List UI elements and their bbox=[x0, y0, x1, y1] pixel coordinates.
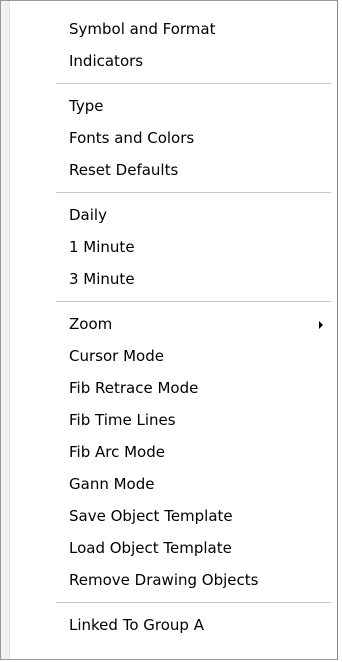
menu-item-symbol-and-format[interactable]: Symbol and Format bbox=[1, 13, 337, 45]
menu-separator bbox=[56, 602, 331, 603]
menu-item-remove-drawing-objects[interactable]: Remove Drawing Objects bbox=[1, 564, 337, 596]
menu-item-save-object-template[interactable]: Save Object Template bbox=[1, 500, 337, 532]
context-menu: Symbol and Format Indicators Type Fonts … bbox=[0, 0, 338, 660]
menu-list: Symbol and Format Indicators Type Fonts … bbox=[1, 13, 337, 641]
menu-item-zoom[interactable]: Zoom bbox=[1, 308, 337, 340]
menu-separator bbox=[56, 301, 331, 302]
menu-item-gann-mode[interactable]: Gann Mode bbox=[1, 468, 337, 500]
menu-item-linked-to-group-a[interactable]: Linked To Group A bbox=[1, 609, 337, 641]
menu-item-cursor-mode[interactable]: Cursor Mode bbox=[1, 340, 337, 372]
menu-item-fib-arc-mode[interactable]: Fib Arc Mode bbox=[1, 436, 337, 468]
menu-item-3-minute[interactable]: 3 Minute bbox=[1, 263, 337, 295]
menu-item-type[interactable]: Type bbox=[1, 90, 337, 122]
menu-separator bbox=[56, 192, 331, 193]
menu-item-fib-time-lines[interactable]: Fib Time Lines bbox=[1, 404, 337, 436]
menu-item-fib-retrace-mode[interactable]: Fib Retrace Mode bbox=[1, 372, 337, 404]
menu-item-reset-defaults[interactable]: Reset Defaults bbox=[1, 154, 337, 186]
menu-item-indicators[interactable]: Indicators bbox=[1, 45, 337, 77]
menu-item-fonts-and-colors[interactable]: Fonts and Colors bbox=[1, 122, 337, 154]
menu-item-load-object-template[interactable]: Load Object Template bbox=[1, 532, 337, 564]
submenu-arrow-icon bbox=[319, 321, 323, 329]
menu-item-zoom-label: Zoom bbox=[69, 315, 113, 333]
menu-separator bbox=[56, 83, 331, 84]
menu-item-daily[interactable]: Daily bbox=[1, 199, 337, 231]
menu-item-1-minute[interactable]: 1 Minute bbox=[1, 231, 337, 263]
